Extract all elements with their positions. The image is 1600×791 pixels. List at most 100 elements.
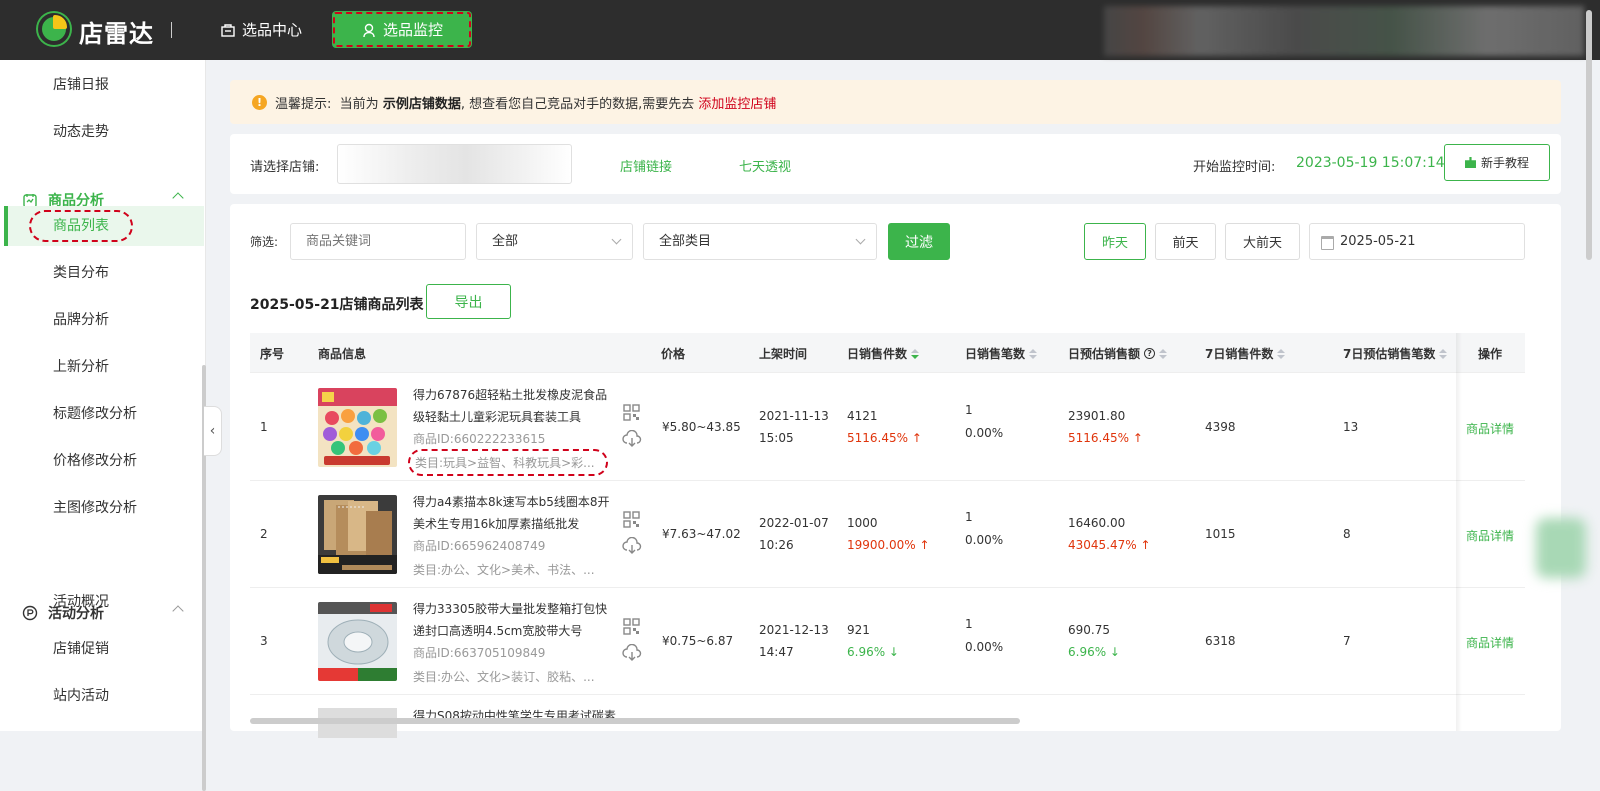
notice-text: , 想查看您自己竞品对手的数据,需要先去	[460, 96, 695, 112]
daily-units-rate: 6.96% ↓	[847, 645, 899, 659]
notice-bold: 示例店铺数据	[382, 96, 461, 112]
nav-tab-label: 选品中心	[242, 21, 303, 39]
fixed-column-shadow	[1456, 333, 1462, 731]
yesterday-button[interactable]: 昨天	[1084, 223, 1146, 260]
monitor-start-time: 2023-05-19 15:07:14	[1296, 155, 1445, 171]
status-select[interactable]: 全部	[476, 223, 633, 260]
sidebar-item-store-promo[interactable]: 店铺促销	[0, 629, 204, 669]
notice-text: 当前为	[339, 96, 379, 112]
daily-units-rate: 5116.45% ↑	[847, 431, 922, 445]
col-daily-units[interactable]: 日销售件数	[847, 345, 920, 362]
top-bar: 店雷达 选品中心 选品监控	[0, 0, 1600, 60]
product-title[interactable]: 得力67876超轻粘土批发橡皮泥食品级轻黏土儿童彩泥玩具套装工具	[413, 384, 618, 428]
qr-code-icon[interactable]	[623, 404, 640, 421]
date-picker[interactable]: 2025-05-21	[1309, 223, 1525, 260]
sidebar-item-site-activity[interactable]: 站内活动	[0, 676, 204, 716]
store-link[interactable]: 店铺链接	[620, 156, 672, 175]
sidebar-item-trend[interactable]: 动态走势	[0, 112, 204, 152]
user-area-blurred[interactable]	[1104, 6, 1584, 56]
sidebar-item-daily-report[interactable]: 店铺日报	[0, 65, 204, 105]
listed-date: 2021-11-13	[759, 409, 829, 423]
filter-button[interactable]: 过滤	[888, 223, 950, 260]
add-monitor-store-link[interactable]: 添加监控店铺	[698, 93, 776, 112]
product-id: 商品ID:665962408749	[413, 539, 546, 553]
product-thumbnail[interactable]	[318, 495, 397, 574]
cloud-download-icon[interactable]	[622, 537, 642, 555]
listed-time: 15:05	[759, 431, 794, 445]
store-panel: 请选择店铺: 店铺链接 七天透视 开始监控时间: 2023-05-19 15:0…	[230, 134, 1561, 194]
three-days-ago-button[interactable]: 大前天	[1225, 223, 1300, 260]
product-price: ¥0.75~6.87	[662, 634, 734, 648]
product-category: 类目:玩具>益智、科教玩具>彩...	[408, 449, 608, 476]
cloud-download-icon[interactable]	[622, 430, 642, 448]
daily-amount: 16460.00	[1068, 516, 1126, 530]
collapse-sidebar-button[interactable]: ‹	[204, 406, 222, 456]
floating-widget[interactable]	[1536, 518, 1586, 578]
sidebar-item-label: 商品列表	[29, 210, 133, 242]
brand-name[interactable]: 店雷达	[79, 14, 154, 49]
category-select[interactable]: 全部类目	[643, 223, 877, 260]
col-daily-orders[interactable]: 日销售笔数	[965, 345, 1038, 362]
day-before-button[interactable]: 前天	[1155, 223, 1216, 260]
listed-date: 2022-01-07	[759, 516, 829, 530]
store-select-label: 请选择店铺:	[250, 160, 320, 175]
table-header: 序号 商品信息 价格 上架时间 日销售件数 日销售笔数 日预估销售额? 7日销售…	[250, 333, 1525, 373]
col-daily-amount[interactable]: 日预估销售额?	[1068, 345, 1168, 362]
sidebar: 店铺日报 动态走势 商品分析 商品列表 类目分布 品牌分析 上新分析 标题修改分…	[0, 60, 206, 791]
product-title[interactable]: 得力33305胶带大量批发整箱打包快递封口高透明4.5cm宽胶带大号	[413, 598, 618, 642]
keyword-input[interactable]	[290, 223, 466, 260]
col-orders-7d[interactable]: 7日预估销售笔数	[1343, 345, 1448, 362]
filter-label: 筛选:	[250, 235, 279, 249]
select-value: 全部类目	[659, 234, 712, 249]
daily-units: 4121	[847, 409, 878, 423]
nav-tab-label: 选品监控	[382, 21, 443, 39]
horizontal-scrollbar[interactable]	[250, 718, 1020, 724]
product-detail-link[interactable]: 商品详情	[1466, 420, 1514, 437]
select-value: 全部	[492, 234, 519, 249]
product-detail-link[interactable]: 商品详情	[1466, 634, 1514, 651]
page-scrollbar[interactable]	[1586, 10, 1592, 260]
daily-units-rate: 19900.00% ↑	[847, 538, 930, 552]
nav-tab-monitor[interactable]: 选品监控	[332, 11, 472, 48]
product-price: ¥7.63~47.02	[662, 527, 741, 541]
sidebar-item-new[interactable]: 上新分析	[0, 347, 204, 387]
chevron-down-icon	[855, 234, 866, 245]
row-seq: 2	[260, 527, 268, 541]
sidebar-item-title-change[interactable]: 标题修改分析	[0, 394, 204, 434]
product-title[interactable]: 得力a4素描本8k速写本b5线圈本8开美术生专用16k加厚素描纸批发	[413, 491, 618, 535]
product-id: 商品ID:663705109849	[413, 646, 546, 660]
product-thumbnail[interactable]	[318, 602, 397, 681]
sidebar-item-category[interactable]: 类目分布	[0, 253, 204, 293]
nav-tab-select-center[interactable]: 选品中心	[208, 11, 314, 48]
orders-7d: 8	[1343, 527, 1351, 541]
col-label: 7日销售件数	[1205, 347, 1274, 361]
table-row: 2 得力a4素描本8k速写本b5线圈本8开美术生专用16k加厚素描纸批发 商品I…	[250, 481, 1525, 588]
sidebar-item-price-change[interactable]: 价格修改分析	[0, 441, 204, 481]
daily-orders: 1	[965, 403, 973, 417]
seven-day-link[interactable]: 七天透视	[739, 156, 791, 175]
tutorial-button[interactable]: 新手教程	[1444, 144, 1550, 181]
sidebar-item-product-list[interactable]: 商品列表	[4, 206, 204, 246]
col-op: 操作	[1478, 347, 1503, 361]
product-category: 类目:办公、文化>装订、胶粘、...	[413, 670, 595, 684]
store-select[interactable]	[337, 144, 572, 184]
daily-units: 921	[847, 623, 870, 637]
export-button[interactable]: 导出	[426, 284, 511, 319]
daily-amount: 690.75	[1068, 623, 1110, 637]
qr-code-icon[interactable]	[623, 511, 640, 528]
sidebar-item-image-change[interactable]: 主图修改分析	[0, 488, 204, 528]
help-icon[interactable]: ?	[1144, 348, 1156, 359]
col-units-7d[interactable]: 7日销售件数	[1205, 345, 1286, 362]
col-label: 7日预估销售笔数	[1343, 347, 1436, 361]
qr-code-icon[interactable]	[623, 618, 640, 635]
product-thumbnail[interactable]	[318, 388, 397, 467]
daily-orders: 1	[965, 617, 973, 631]
cloud-download-icon[interactable]	[622, 644, 642, 662]
orders-7d: 7	[1343, 634, 1351, 648]
row-seq: 1	[260, 420, 268, 434]
daily-amount: 23901.80	[1068, 409, 1126, 423]
notice-prefix: 温馨提示:	[275, 96, 332, 112]
sidebar-item-activity-overview[interactable]: 活动概况	[0, 582, 204, 622]
sidebar-item-brand[interactable]: 品牌分析	[0, 300, 204, 340]
product-detail-link[interactable]: 商品详情	[1466, 527, 1514, 544]
